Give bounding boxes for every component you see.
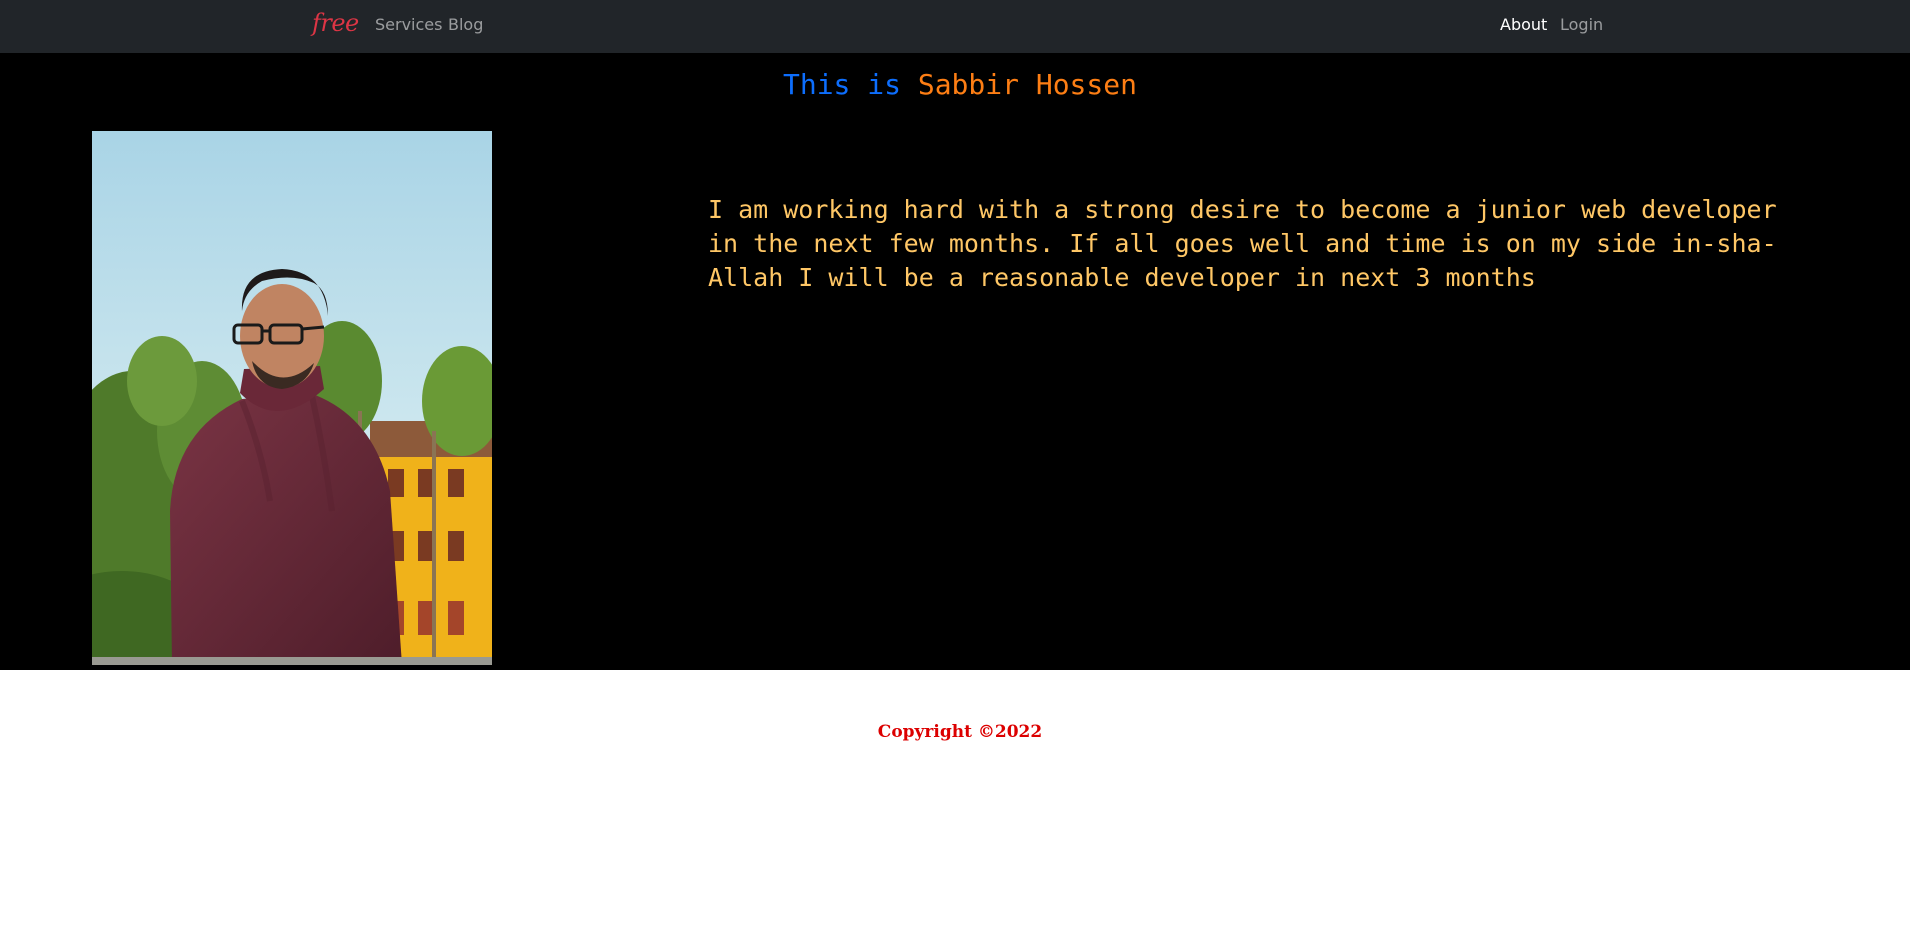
nav-link-blog[interactable]: Blog [448,15,483,34]
title-prefix: This is [782,68,918,101]
hero-section: This is Sabbir Hossen I am working hard … [0,53,1910,670]
brand-logo[interactable]: free [312,9,359,37]
copyright-text: Copyright ©2022 [877,722,1043,742]
profile-photo [92,131,492,665]
navbar: free Services Blog About Login [0,0,1910,53]
nav-link-about[interactable]: About [1500,15,1547,34]
title-name: Sabbir Hossen [917,68,1137,101]
page-title: This is Sabbir Hossen [0,67,1910,103]
nav-link-services[interactable]: Services [375,15,442,34]
bio-text: I am working hard with a strong desire t… [708,195,1777,292]
nav-link-login[interactable]: Login [1560,15,1603,34]
